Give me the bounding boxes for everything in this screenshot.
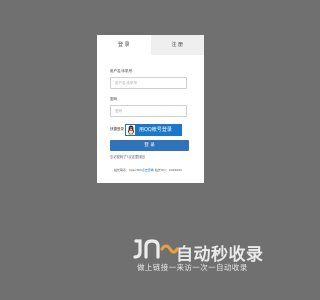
contact-info: 站长联系：lijian360点击查看 站长QQ：1069692 bbox=[105, 168, 191, 172]
qq-login-label: 用QQ帐号登录 bbox=[139, 127, 172, 133]
quick-login-label: 快捷登录 bbox=[110, 127, 124, 131]
tab-login[interactable]: 登 录 bbox=[97, 35, 151, 55]
watermark-subtitle: 做上链接一来访一次一自动收录 bbox=[137, 263, 248, 272]
login-form: 用户名/手机号 密码 快捷登录 bbox=[97, 69, 204, 172]
qq-login-button[interactable]: 用QQ帐号登录 bbox=[125, 123, 182, 136]
password-input[interactable] bbox=[110, 105, 187, 117]
qq-penguin-icon bbox=[125, 123, 136, 136]
forgot-password-link[interactable]: 忘记密码了?点这里找回 bbox=[110, 154, 191, 159]
tab-register[interactable]: 注 册 bbox=[150, 35, 204, 55]
password-label: 密码 bbox=[110, 97, 117, 101]
tab-bar: 登 录 注 册 bbox=[97, 35, 204, 55]
login-button[interactable]: 登 录 bbox=[110, 140, 189, 151]
quick-login-row: 快捷登录 用QQ帐号登录 bbox=[110, 123, 191, 136]
login-card: 登 录 注 册 用户名/手机号 密码 快捷登录 bbox=[97, 35, 204, 183]
account-input[interactable] bbox=[110, 77, 187, 89]
account-label: 用户名/手机号 bbox=[110, 69, 133, 73]
contact-prefix: 站长联系： bbox=[114, 168, 130, 172]
watermark-logo-icon bbox=[133, 239, 178, 259]
contact-email-user: lijian360 bbox=[129, 168, 142, 172]
contact-email-link[interactable]: 点击查看 bbox=[142, 168, 154, 172]
watermark: 自动秒收录 做上链接一来访一次一自动收录 bbox=[132, 237, 282, 277]
contact-qq-label: 站长QQ： bbox=[153, 168, 169, 172]
contact-qq-number: 1069692 bbox=[168, 168, 182, 172]
